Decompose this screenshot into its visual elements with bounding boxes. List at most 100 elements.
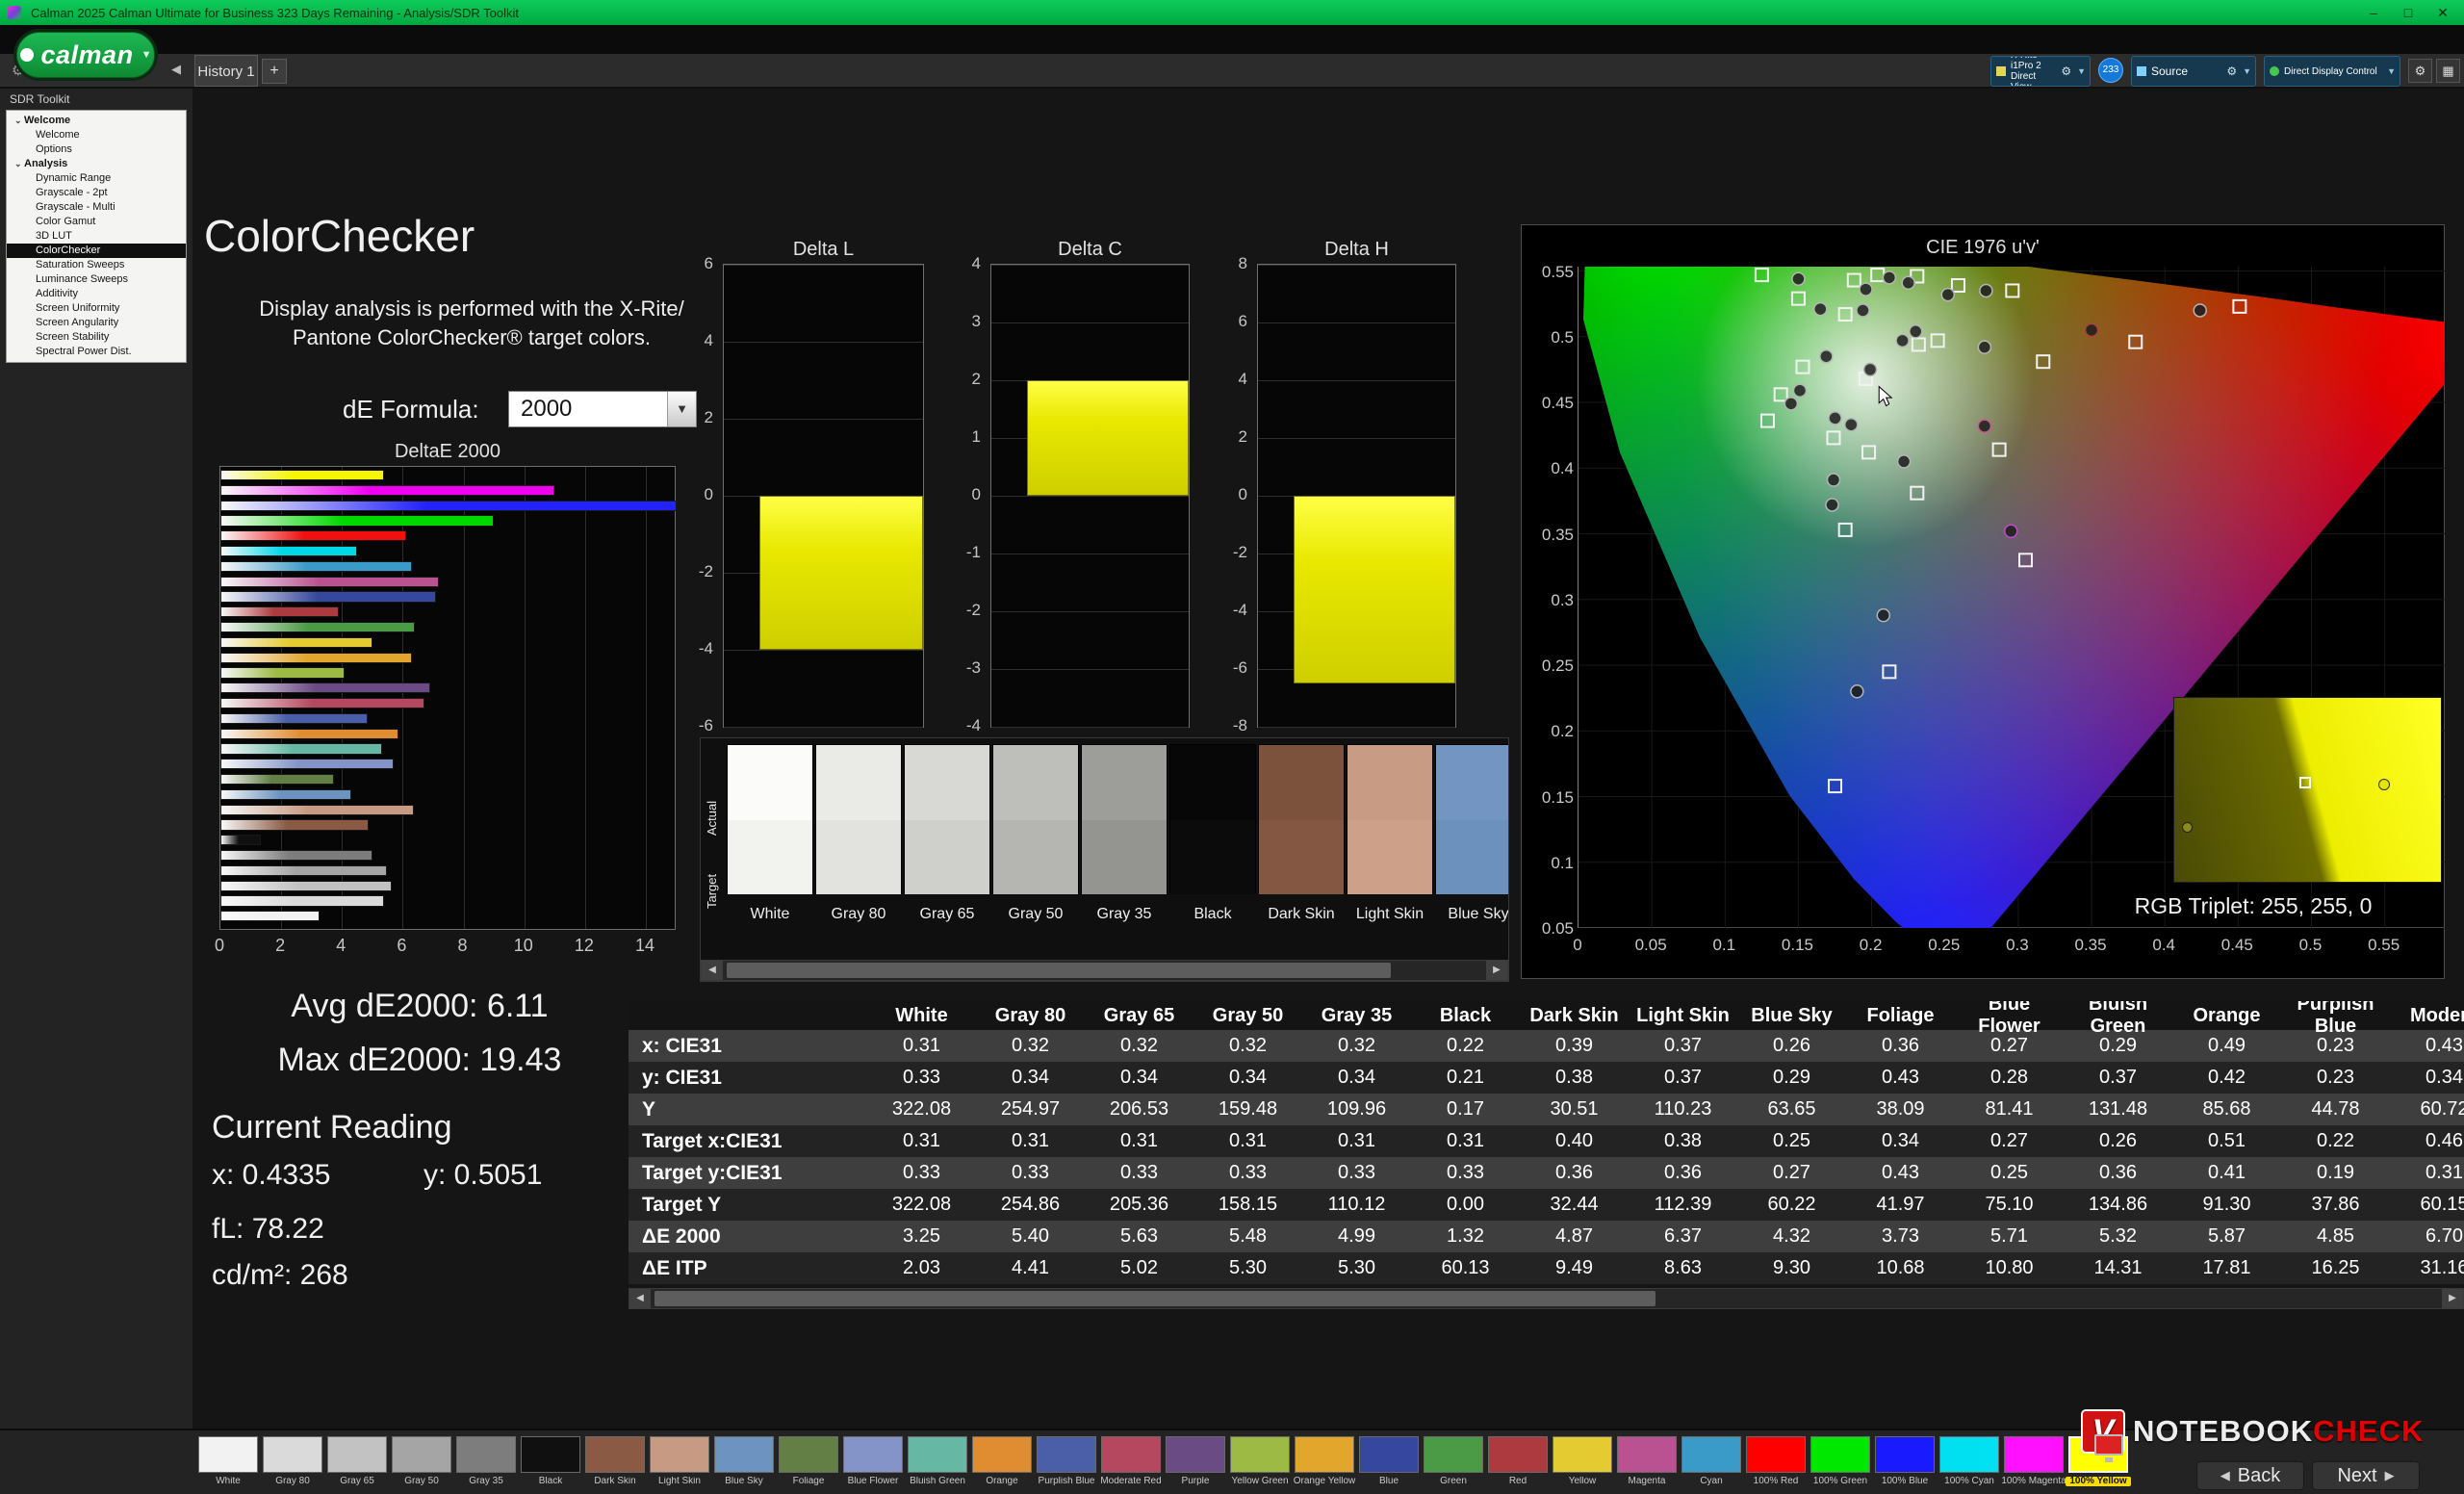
sidebar-item-dynamic-range[interactable]: Dynamic Range <box>7 171 186 186</box>
sidebar-item-grayscale-2pt[interactable]: Grayscale - 2pt <box>7 186 186 200</box>
patch-button-100-blue[interactable] <box>1875 1436 1935 1473</box>
table-row-y: Y322.08254.97206.53159.48109.960.1730.51… <box>629 1094 2464 1125</box>
patch-button-gray-65[interactable] <box>327 1436 387 1473</box>
patch-button-white[interactable] <box>198 1436 258 1473</box>
table-cell: 0.34 <box>1302 1067 1411 1089</box>
strip-scrollbar[interactable]: ◀ ▶ <box>701 960 1508 981</box>
strip-scroll-thumb[interactable] <box>727 963 1391 978</box>
deltae-bar-100-yellow <box>220 470 384 480</box>
patch-button-moderate-red[interactable] <box>1101 1436 1161 1473</box>
patch-button-foliage[interactable] <box>779 1436 838 1473</box>
patch-button-yellow[interactable] <box>1553 1436 1612 1473</box>
patch-button-gray-80[interactable] <box>263 1436 322 1473</box>
patch-button-cyan[interactable] <box>1681 1436 1741 1473</box>
table-cell: 0.51 <box>2172 1130 2281 1152</box>
display-control-widget[interactable]: Direct Display Control ▼ <box>2264 56 2400 87</box>
patch-label-100-cyan: 100% Cyan <box>1937 1477 2002 1486</box>
axis-tick-label: 4 <box>675 331 713 350</box>
patch-button-black[interactable] <box>521 1436 580 1473</box>
patch-button-blue-sky[interactable] <box>714 1436 774 1473</box>
patch-button-gray-50[interactable] <box>392 1436 451 1473</box>
sidebar-item-saturation-sweeps[interactable]: Saturation Sweeps <box>7 258 186 272</box>
patch-button-blue-flower[interactable] <box>843 1436 903 1473</box>
axis-tick-label: -6 <box>1209 658 1247 678</box>
table-cell: 0.22 <box>2281 1130 2390 1152</box>
table-cell: 0.31 <box>2390 1162 2464 1184</box>
scroll-left-icon[interactable]: ◀ <box>702 961 723 980</box>
scroll-left-icon[interactable]: ◀ <box>629 1289 651 1308</box>
patch-button-100-green[interactable] <box>1810 1436 1870 1473</box>
axis-tick-label: 3 <box>942 312 981 331</box>
layout-button[interactable]: ▦ <box>2436 59 2460 83</box>
axis-tick-label: -2 <box>942 601 981 620</box>
patch-button-red[interactable] <box>1488 1436 1548 1473</box>
new-tab-button[interactable]: + <box>262 59 287 84</box>
sidebar-item-colorchecker[interactable]: ColorChecker <box>7 244 186 258</box>
reading-cdm2: cd/m²: 268 <box>212 1259 348 1292</box>
patch-button-purple[interactable] <box>1166 1436 1225 1473</box>
patch-button-orange-yellow[interactable] <box>1295 1436 1354 1473</box>
patch-button-light-skin[interactable] <box>650 1436 709 1473</box>
strip-swatch-dark-skin <box>1258 744 1345 893</box>
table-cell: 41.97 <box>1846 1194 1955 1216</box>
minimize-button[interactable]: – <box>2356 0 2391 25</box>
maximize-button[interactable]: □ <box>2391 0 2426 25</box>
patch-button-green[interactable] <box>1424 1436 1483 1473</box>
next-button[interactable]: Next ▶ <box>2312 1461 2420 1490</box>
patch-label-yellow-green: Yellow Green <box>1227 1477 1293 1486</box>
table-cell: 44.78 <box>2281 1098 2390 1120</box>
collapse-sidebar-icon[interactable]: ◀ <box>171 62 181 77</box>
delta-h-title: Delta H <box>1257 239 1456 261</box>
close-button[interactable]: ✕ <box>2426 0 2460 25</box>
patch-button-100-magenta[interactable] <box>2004 1436 2064 1473</box>
cie-measured-marker <box>1851 685 1863 698</box>
page-title: ColorChecker <box>204 210 475 262</box>
sidebar-item-3d-lut[interactable]: 3D LUT <box>7 229 186 244</box>
gridline <box>991 265 1189 266</box>
sidebar-item-welcome[interactable]: Welcome <box>7 128 186 142</box>
patch-button-purplish-blue[interactable] <box>1037 1436 1096 1473</box>
strip-swatch-actual <box>728 745 812 820</box>
table-cell: 5.32 <box>2064 1225 2172 1248</box>
source-widget[interactable]: Source ⚙ ▼ <box>2131 56 2256 87</box>
patch-button-yellow-green[interactable] <box>1230 1436 1290 1473</box>
table-cell: 0.32 <box>1085 1035 1194 1057</box>
patch-button-bluish-green[interactable] <box>908 1436 967 1473</box>
avg-de2000: Avg dE2000: 6.11 <box>131 988 708 1025</box>
patch-button-magenta[interactable] <box>1617 1436 1677 1473</box>
patch-button-gray-35[interactable] <box>456 1436 516 1473</box>
table-cell: 60.72 <box>2390 1098 2464 1120</box>
deltae-bar-100-red <box>220 530 406 541</box>
table-cell: 112.39 <box>1629 1194 1737 1216</box>
gridline <box>724 419 923 420</box>
patch-button-orange[interactable] <box>972 1436 1032 1473</box>
table-scrollbar[interactable]: ◀ ▶ <box>629 1288 2464 1309</box>
sidebar-item-options[interactable]: Options <box>7 142 186 157</box>
chevron-down-icon: ⌄ <box>14 157 24 171</box>
calman-logo-text: calman <box>41 40 134 70</box>
sidebar-item-grayscale-multi[interactable]: Grayscale - Multi <box>7 200 186 215</box>
patch-button-blue[interactable] <box>1359 1436 1419 1473</box>
deltae-chart-title: DeltaE 2000 <box>219 441 676 463</box>
sidebar-section-analysis[interactable]: ⌄Analysis <box>7 157 186 171</box>
patch-button-100-red[interactable] <box>1746 1436 1806 1473</box>
scroll-right-icon[interactable]: ▶ <box>1486 961 1507 980</box>
patch-button-dark-skin[interactable] <box>585 1436 645 1473</box>
table-column-header-purplish-blue: Purplish Blue <box>2281 1001 2390 1038</box>
sidebar-item-color-gamut[interactable]: Color Gamut <box>7 215 186 229</box>
back-button[interactable]: ◀ Back <box>2196 1461 2304 1490</box>
meter-widget[interactable]: X-Rite i1Pro 2 Direct View ⚙ ▼ <box>1990 56 2091 87</box>
tab-history-1[interactable]: History 1 <box>194 55 258 87</box>
settings-button[interactable]: ⚙ <box>2408 59 2432 83</box>
table-cell: 0.27 <box>1955 1035 2064 1057</box>
table-row-label: ΔE 2000 <box>629 1225 867 1249</box>
table-cell: 0.37 <box>1629 1035 1737 1057</box>
patch-button-100-cyan[interactable] <box>1939 1436 1999 1473</box>
de-formula-select[interactable]: 2000 ▼ <box>508 391 697 427</box>
cie-measured-marker <box>1883 271 1895 284</box>
table-scroll-thumb[interactable] <box>654 1291 1656 1306</box>
sidebar-item-luminance-sweeps[interactable]: Luminance Sweeps <box>7 272 186 287</box>
calman-logo[interactable]: calman ▼ <box>13 29 158 81</box>
sidebar-section-welcome[interactable]: ⌄Welcome <box>7 114 186 128</box>
scroll-right-icon[interactable]: ▶ <box>2442 1289 2463 1308</box>
